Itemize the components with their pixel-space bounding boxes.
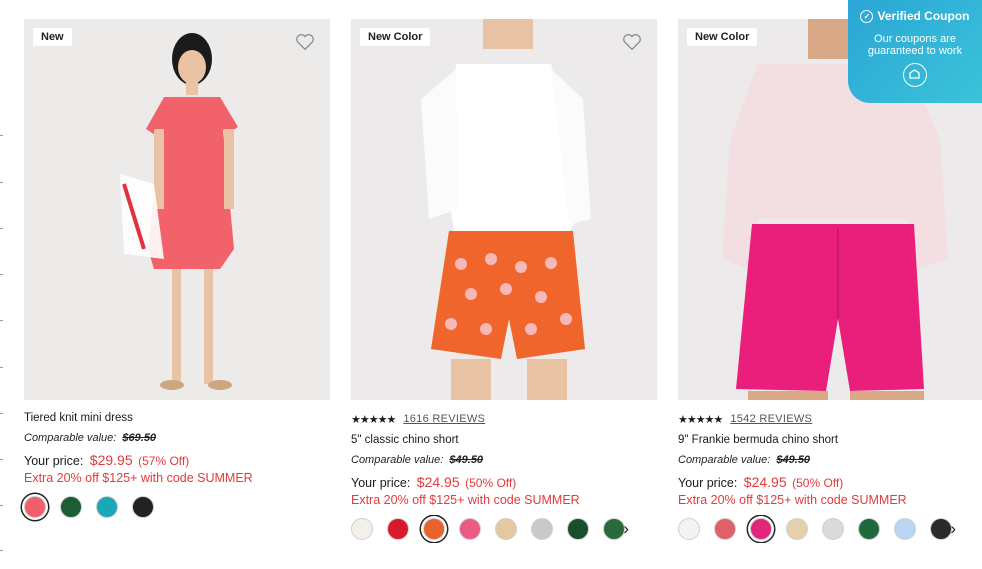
- edge-tick: [0, 182, 3, 183]
- color-swatch[interactable]: [678, 518, 700, 540]
- comparable-label: Comparable value:: [678, 454, 771, 466]
- price-row: Your price: $24.95 (50% Off): [351, 474, 657, 490]
- color-swatch[interactable]: [603, 518, 625, 540]
- model-dress-illustration: [24, 19, 330, 400]
- new-color-badge: New Color: [687, 28, 758, 46]
- color-swatch[interactable]: [132, 496, 154, 518]
- new-badge: New: [33, 28, 72, 46]
- price-label: Your price:: [678, 476, 738, 490]
- product-title[interactable]: Tiered knit mini dress: [24, 412, 330, 424]
- product-card[interactable]: New Tiered knit mini dress Comparable va…: [24, 19, 330, 521]
- edge-tick: [0, 550, 3, 551]
- price-label: Your price:: [351, 476, 411, 490]
- discount-percent: (50% Off): [792, 476, 844, 490]
- edge-tick: [0, 505, 3, 506]
- rating-row: ★★★★★ 1616 REVIEWS: [351, 412, 657, 426]
- edge-tick: [0, 135, 3, 136]
- price-label: Your price:: [24, 454, 84, 468]
- discount-percent: (57% Off): [138, 454, 190, 468]
- color-swatches: ›: [678, 515, 978, 543]
- coupon-title: Verified Coupon: [877, 9, 970, 23]
- sale-price: $24.95: [743, 474, 787, 490]
- price-row: Your price: $29.95 (57% Off): [24, 452, 330, 468]
- color-swatch[interactable]: [858, 518, 880, 540]
- chevron-right-icon[interactable]: ›: [950, 519, 956, 539]
- promo-text: Extra 20% off $125+ with code SUMMER: [24, 471, 253, 485]
- color-swatch[interactable]: [786, 518, 808, 540]
- comparable-value: Comparable value: $69.50: [24, 432, 330, 444]
- comparable-label: Comparable value:: [351, 454, 444, 466]
- comparable-value: Comparable value: $49.50: [351, 454, 657, 466]
- product-image[interactable]: New Color: [351, 19, 657, 400]
- product-card[interactable]: New Color ★★★★★ 1616 REVIEWS 5" classic …: [351, 19, 657, 543]
- color-swatch[interactable]: [459, 518, 481, 540]
- coupon-header: ✓ Verified Coupon: [848, 9, 982, 23]
- color-swatch[interactable]: [387, 518, 409, 540]
- check-circle-icon: ✓: [860, 9, 874, 23]
- rating-row: ★★★★★ 1542 REVIEWS: [678, 412, 982, 426]
- color-swatches: ›: [351, 515, 651, 543]
- star-rating-icon: ★★★★★: [351, 413, 396, 426]
- price-row: Your price: $24.95 (50% Off): [678, 474, 982, 490]
- comparable-value: Comparable value: $49.50: [678, 454, 982, 466]
- color-swatch[interactable]: [351, 518, 373, 540]
- color-swatch[interactable]: [567, 518, 589, 540]
- edge-tick: [0, 274, 3, 275]
- color-swatch[interactable]: [930, 518, 952, 540]
- model-shorts-illustration: [351, 19, 657, 400]
- heart-icon[interactable]: [621, 31, 643, 53]
- comparable-price: $49.50: [449, 454, 484, 466]
- color-swatch[interactable]: [531, 518, 553, 540]
- edge-tick: [0, 320, 3, 321]
- comparable-price: $49.50: [776, 454, 811, 466]
- promo-text: Extra 20% off $125+ with code SUMMER: [351, 493, 580, 507]
- product-title[interactable]: 9" Frankie bermuda chino short: [678, 434, 982, 446]
- color-swatch[interactable]: [495, 518, 517, 540]
- promo-text: Extra 20% off $125+ with code SUMMER: [678, 493, 907, 507]
- new-color-badge: New Color: [360, 28, 431, 46]
- color-swatch[interactable]: [96, 496, 118, 518]
- reviews-link[interactable]: 1616 REVIEWS: [403, 413, 485, 425]
- reviews-link[interactable]: 1542 REVIEWS: [730, 413, 812, 425]
- verified-coupon-panel[interactable]: ✓ Verified Coupon Our coupons are guaran…: [848, 0, 982, 103]
- color-swatch[interactable]: [423, 518, 445, 540]
- edge-tick: [0, 367, 3, 368]
- comparable-label: Comparable value:: [24, 432, 117, 444]
- color-swatch[interactable]: [714, 518, 736, 540]
- comparable-price: $69.50: [122, 432, 157, 444]
- coupon-subtitle: Our coupons are guaranteed to work: [867, 33, 963, 57]
- edge-tick: [0, 228, 3, 229]
- product-image[interactable]: New: [24, 19, 330, 400]
- color-swatch[interactable]: [894, 518, 916, 540]
- color-swatch[interactable]: [822, 518, 844, 540]
- color-swatch[interactable]: [60, 496, 82, 518]
- sale-price: $29.95: [89, 452, 133, 468]
- color-swatch[interactable]: [750, 518, 772, 540]
- coupon-logo-icon[interactable]: [903, 63, 927, 87]
- sale-price: $24.95: [416, 474, 460, 490]
- discount-percent: (50% Off): [465, 476, 517, 490]
- heart-icon[interactable]: [294, 31, 316, 53]
- color-swatches: [24, 493, 330, 521]
- edge-tick: [0, 413, 3, 414]
- edge-tick: [0, 459, 3, 460]
- color-swatch[interactable]: [24, 496, 46, 518]
- star-rating-icon: ★★★★★: [678, 413, 723, 426]
- chevron-right-icon[interactable]: ›: [623, 519, 629, 539]
- product-title[interactable]: 5" classic chino short: [351, 434, 657, 446]
